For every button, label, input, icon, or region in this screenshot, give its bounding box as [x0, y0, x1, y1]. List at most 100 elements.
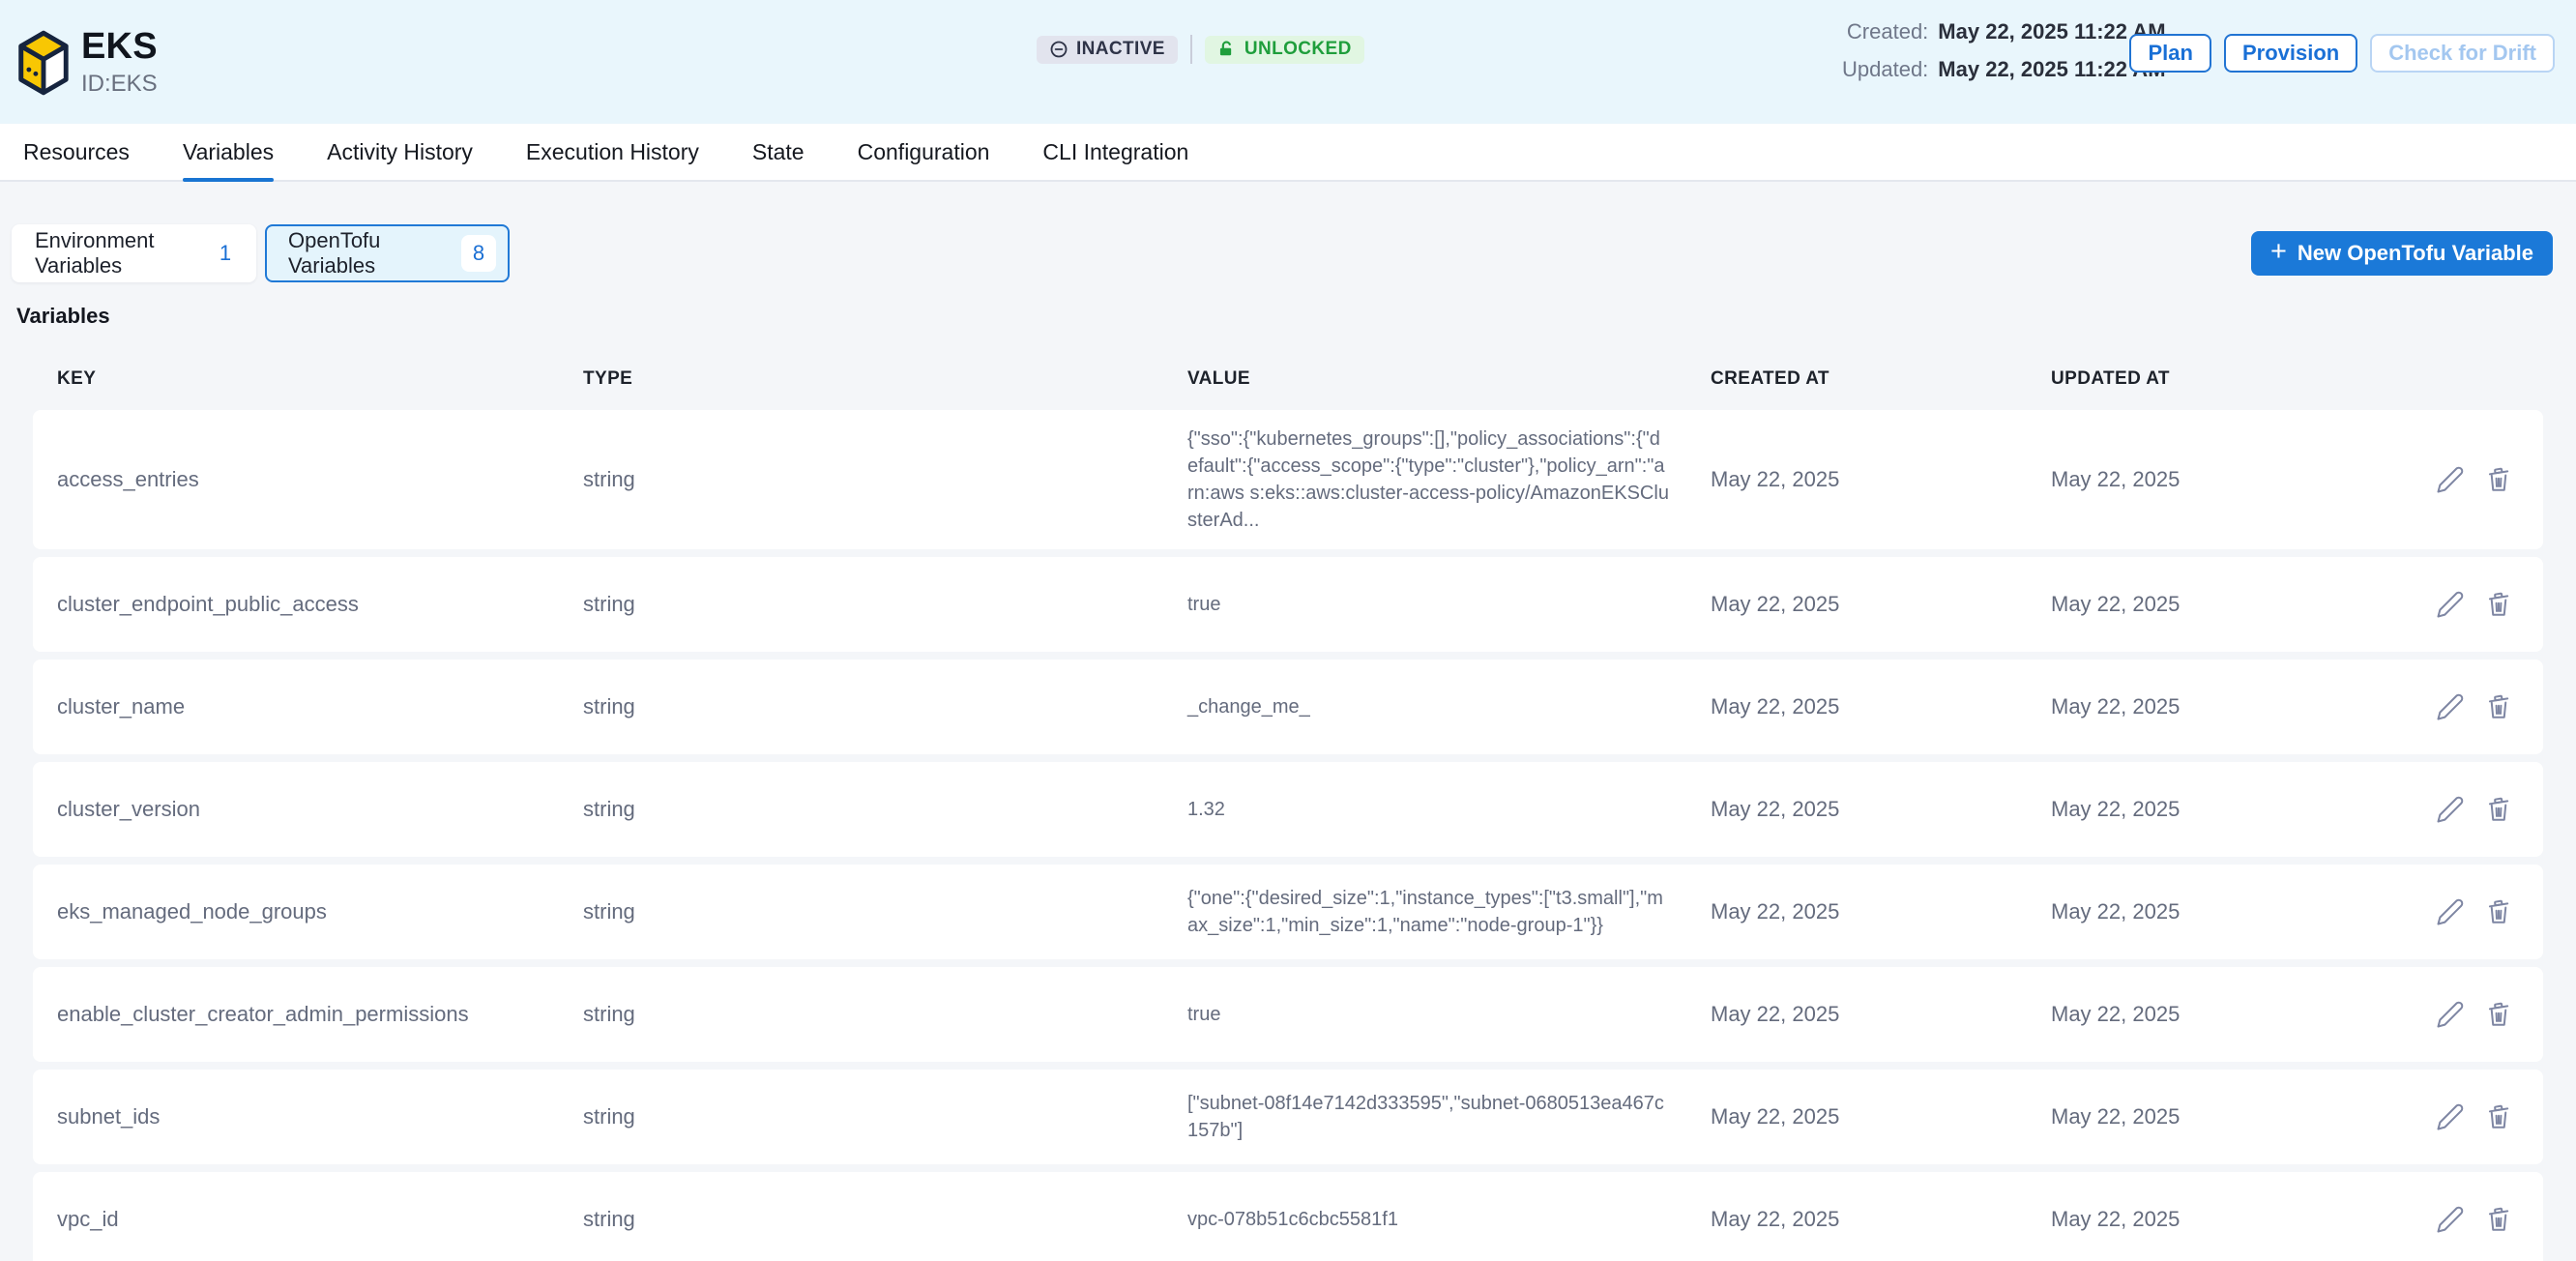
variable-count-badge: 1 [208, 235, 243, 272]
edit-variable-button[interactable] [2435, 794, 2466, 825]
variable-row: vpc_id string vpc-078b51c6cbc5581f1 May … [33, 1172, 2543, 1261]
header-action-button-label: Plan [2148, 41, 2192, 66]
tab-label: Resources [23, 139, 130, 165]
pencil-icon [2436, 795, 2465, 824]
column-header-created-at: CREATED AT [1711, 368, 2051, 390]
new-variable-button-label: New OpenTofu Variable [2298, 241, 2533, 266]
tab-cli-integration[interactable]: CLI Integration [1042, 124, 1188, 180]
variable-key: cluster_name [57, 694, 583, 719]
row-actions [2341, 589, 2514, 620]
table-header-row: KEY TYPE VALUE CREATED AT UPDATED AT [33, 348, 2543, 410]
title-block: EKS ID:EKS [81, 26, 158, 98]
row-actions [2341, 691, 2514, 722]
edit-variable-button[interactable] [2435, 1204, 2466, 1235]
tab-bar: Resources Variables Activity History Exe… [0, 124, 2576, 182]
row-actions [2341, 794, 2514, 825]
tab-variables[interactable]: Variables [183, 124, 274, 180]
tab-execution-history[interactable]: Execution History [526, 124, 699, 180]
tab-state[interactable]: State [752, 124, 805, 180]
delete-variable-button[interactable] [2483, 1204, 2514, 1235]
tab-label: State [752, 139, 805, 165]
trash-icon [2484, 590, 2513, 619]
pencil-icon [2436, 897, 2465, 926]
delete-variable-button[interactable] [2483, 794, 2514, 825]
variable-created-at: May 22, 2025 [1711, 592, 2051, 617]
variable-row: cluster_version string 1.32 May 22, 2025… [33, 762, 2543, 857]
tab-label: Variables [183, 139, 274, 165]
pencil-icon [2436, 1000, 2465, 1029]
variable-row: access_entries string {"sso":{"kubernete… [33, 410, 2543, 549]
trash-icon [2484, 692, 2513, 721]
row-actions [2341, 1204, 2514, 1235]
status-badge-label: UNLOCKED [1244, 39, 1352, 60]
status-badge-inactive: INACTIVE [1037, 36, 1178, 64]
section-title: Variables [16, 304, 2576, 329]
delete-variable-button[interactable] [2483, 999, 2514, 1030]
new-opentofu-variable-button[interactable]: + New OpenTofu Variable [2251, 231, 2553, 276]
badge-divider [1190, 35, 1192, 64]
delete-variable-button[interactable] [2483, 589, 2514, 620]
variable-row: enable_cluster_creator_admin_permissions… [33, 967, 2543, 1062]
variable-updated-at: May 22, 2025 [2051, 1104, 2341, 1129]
pencil-icon [2436, 1205, 2465, 1234]
edit-variable-button[interactable] [2435, 464, 2466, 495]
delete-variable-button[interactable] [2483, 896, 2514, 927]
environment-header: EKS ID:EKS INACTIVE UNLOCKED Created: Ma [0, 0, 2576, 124]
header-action-button[interactable]: Check for Drift [2370, 34, 2555, 73]
edit-variable-button[interactable] [2435, 896, 2466, 927]
delete-variable-button[interactable] [2483, 1101, 2514, 1132]
trash-icon [2484, 795, 2513, 824]
unlock-icon [1217, 40, 1237, 59]
variable-created-at: May 22, 2025 [1711, 1104, 2051, 1129]
pencil-icon [2436, 1102, 2465, 1131]
created-label: Created: [1842, 19, 1928, 44]
page-title: EKS [81, 26, 158, 67]
tab-activity-history[interactable]: Activity History [327, 124, 473, 180]
variable-created-at: May 22, 2025 [1711, 899, 2051, 924]
header-action-button-label: Check for Drift [2388, 41, 2536, 66]
edit-variable-button[interactable] [2435, 589, 2466, 620]
variable-value: true [1187, 591, 1711, 618]
delete-variable-button[interactable] [2483, 464, 2514, 495]
edit-variable-button[interactable] [2435, 999, 2466, 1030]
trash-icon [2484, 1205, 2513, 1234]
delete-variable-button[interactable] [2483, 691, 2514, 722]
variable-value: {"sso":{"kubernetes_groups":[],"policy_a… [1187, 425, 1711, 534]
variable-type-tabs: Environment Variables 1 OpenTofu Variabl… [12, 224, 2553, 282]
edit-variable-button[interactable] [2435, 1101, 2466, 1132]
variable-updated-at: May 22, 2025 [2051, 1002, 2341, 1027]
header-action-button[interactable]: Provision [2224, 34, 2357, 73]
variable-type: string [583, 467, 1187, 492]
tab-resources[interactable]: Resources [23, 124, 130, 180]
pencil-icon [2436, 590, 2465, 619]
row-actions [2341, 896, 2514, 927]
row-actions [2341, 1101, 2514, 1132]
variable-created-at: May 22, 2025 [1711, 797, 2051, 822]
header-actions: Plan Provision Check for Drift [2129, 34, 2555, 73]
column-header-type: TYPE [583, 368, 1187, 390]
variable-row: cluster_name string _change_me_ May 22, … [33, 660, 2543, 754]
plus-icon: + [2270, 238, 2287, 266]
tab-configuration[interactable]: Configuration [858, 124, 990, 180]
status-badges: INACTIVE UNLOCKED [1037, 35, 1364, 64]
trash-icon [2484, 1000, 2513, 1029]
variable-key: cluster_version [57, 797, 583, 822]
variable-updated-at: May 22, 2025 [2051, 1207, 2341, 1232]
variable-row: eks_managed_node_groups string {"one":{"… [33, 865, 2543, 959]
variable-type-tab-label: OpenTofu Variables [288, 228, 461, 279]
column-header-updated-at: UPDATED AT [2051, 368, 2341, 390]
variable-type-tab-group: Environment Variables 1 OpenTofu Variabl… [12, 224, 510, 282]
variable-key: vpc_id [57, 1207, 583, 1232]
variable-value: 1.32 [1187, 796, 1711, 823]
variable-created-at: May 22, 2025 [1711, 1207, 2051, 1232]
variables-content: Environment Variables 1 OpenTofu Variabl… [0, 182, 2576, 1261]
edit-variable-button[interactable] [2435, 691, 2466, 722]
row-actions [2341, 464, 2514, 495]
opentofu-cube-logo [17, 28, 70, 98]
variable-type-tab-environment-variables[interactable]: Environment Variables 1 [12, 224, 256, 282]
variable-type-tab-opentofu-variables[interactable]: OpenTofu Variables 8 [265, 224, 510, 282]
variable-type: string [583, 1002, 1187, 1027]
status-badge-label: INACTIVE [1076, 39, 1165, 60]
header-action-button[interactable]: Plan [2129, 34, 2210, 73]
variables-table: KEY TYPE VALUE CREATED AT UPDATED AT acc… [33, 348, 2543, 1261]
